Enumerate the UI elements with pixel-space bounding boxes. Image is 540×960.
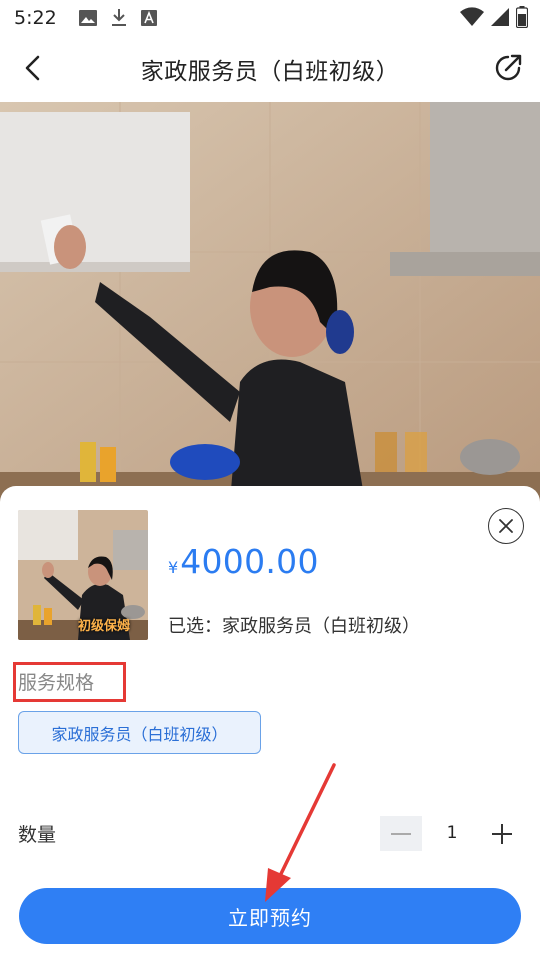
service-photo — [0, 102, 540, 502]
quantity-value[interactable]: 1 — [437, 823, 467, 843]
battery-icon — [516, 6, 528, 28]
quantity-decrease-button[interactable] — [380, 816, 422, 851]
share-icon[interactable] — [492, 52, 524, 84]
status-bar: 5:22 — [0, 0, 540, 36]
wifi-icon — [460, 7, 484, 27]
text-a-icon — [140, 10, 157, 26]
selected-spec-text: 已选：家政服务员（白班初级） — [168, 616, 420, 637]
book-now-button[interactable]: 立即预约 — [19, 888, 521, 944]
minus-icon — [391, 832, 411, 835]
plus-icon — [492, 823, 512, 844]
page-title: 家政服务员（白班初级） — [140, 59, 400, 85]
download-icon — [111, 9, 126, 26]
thumbnail-caption: 初级保姆 — [78, 619, 131, 634]
status-time: 5:22 — [14, 7, 57, 29]
price: ¥ 4000.00 — [168, 542, 319, 581]
product-thumbnail: 初级保姆 — [18, 510, 148, 640]
quantity-increase-button[interactable] — [484, 816, 520, 851]
close-circle-icon — [499, 519, 513, 533]
image-icon — [78, 10, 97, 26]
chevron-left-icon[interactable] — [18, 52, 50, 84]
quantity-label: 数量 — [18, 824, 57, 846]
price-amount: 4000.00 — [180, 542, 319, 581]
close-button[interactable] — [488, 508, 524, 544]
spec-option-chip[interactable]: 家政服务员（白班初级） — [18, 711, 261, 754]
title-bar: 家政服务员（白班初级） — [0, 36, 540, 102]
price-currency: ¥ — [168, 558, 179, 577]
signal-icon — [491, 8, 509, 26]
spec-title: 服务规格 — [18, 672, 95, 694]
spec-bottom-sheet: 初级保姆 ¥ 4000.00 已选：家政服务员（白班初级） 服务规格 家政服务员… — [0, 486, 540, 960]
